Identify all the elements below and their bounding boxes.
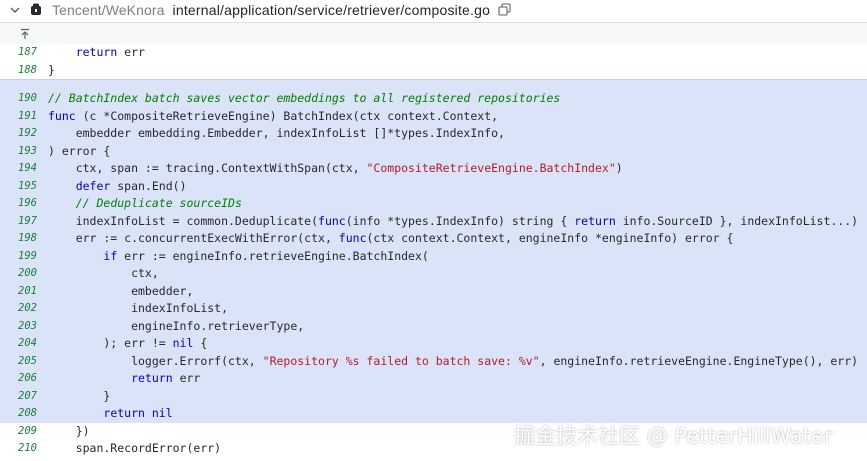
line-number[interactable]: 195 <box>0 178 37 196</box>
line-number[interactable]: 202 <box>0 300 37 318</box>
line-code: embedder, <box>48 283 194 298</box>
line-code: ctx, <box>48 266 159 280</box>
code-line: 206 return err <box>0 370 867 388</box>
line-code: // Deduplicate sourceIDs <box>75 196 242 210</box>
code-line: 194 ctx, span := tracing.ContextWithSpan… <box>0 160 867 178</box>
expand-lines-bar[interactable] <box>0 23 867 44</box>
line-code: ); err != nil { <box>48 336 208 350</box>
line-number[interactable]: 207 <box>0 388 37 406</box>
line-number[interactable]: 203 <box>0 318 37 336</box>
line-code: if err := engineInfo.retrieveEngine.Batc… <box>103 248 429 263</box>
line-number[interactable]: 196 <box>0 195 37 213</box>
line-code: ctx, span := tracing.ContextWithSpan(ctx… <box>48 161 623 175</box>
line-code: return nil <box>103 406 173 420</box>
line-code: ) error { <box>48 143 111 158</box>
watermark: 掘金技术社区 @ PetterHillWater <box>514 424 833 448</box>
expand-up-icon[interactable] <box>19 27 31 39</box>
code-line: 200 ctx, <box>0 265 867 283</box>
file-header: Tencent/WeKnora internal/application/ser… <box>0 0 867 19</box>
code-line: 191 func (c *CompositeRetrieveEngine) Bat… <box>0 107 867 126</box>
line-code: func (c *CompositeRetrieveEngine) BatchI… <box>48 108 499 123</box>
line-number[interactable]: 198 <box>0 230 37 248</box>
file-path[interactable]: internal/application/service/retriever/c… <box>173 2 491 18</box>
line-code: indexInfoList = common.Deduplicate(func(… <box>48 213 859 228</box>
line-number[interactable]: 204 <box>0 335 37 353</box>
line-code: logger.Errorf(ctx, "Repository %s failed… <box>48 353 859 368</box>
hunk-separator <box>0 79 867 90</box>
copy-icon[interactable] <box>498 3 511 16</box>
line-number[interactable]: 192 <box>0 125 37 143</box>
code-line: 201 embedder, <box>0 282 867 301</box>
line-code: return err <box>131 371 201 385</box>
line-code: embedder embedding.Embedder, indexInfoLi… <box>48 126 505 140</box>
code-line: 195 defer span.End() <box>0 177 867 196</box>
code-line: 199 if err := engineInfo.retrieveEngine.… <box>0 247 867 266</box>
line-number[interactable]: 200 <box>0 265 37 283</box>
chevron-down-icon[interactable] <box>10 5 20 15</box>
line-code: }) <box>48 423 90 438</box>
code-line: 205 logger.Errorf(ctx, "Repository %s fa… <box>0 352 867 371</box>
line-number[interactable]: 199 <box>0 248 37 266</box>
line-number[interactable]: 201 <box>0 283 37 301</box>
code-line: 198 err := c.concurrentExecWithError(ctx… <box>0 230 867 248</box>
code-line: 202 indexInfoList, <box>0 300 867 318</box>
line-number[interactable]: 197 <box>0 213 37 231</box>
line-number[interactable]: 191 <box>0 108 37 126</box>
code-line: 192 embedder embedding.Embedder, indexIn… <box>0 125 867 143</box>
line-number[interactable]: 208 <box>0 405 37 423</box>
line-code: engineInfo.retrieverType, <box>48 318 305 333</box>
line-number[interactable]: 206 <box>0 370 37 388</box>
code-line: 193 ) error { <box>0 142 867 161</box>
line-code: err := c.concurrentExecWithError(ctx, fu… <box>48 231 734 245</box>
line-number[interactable]: 188 <box>0 62 37 80</box>
code-line: 207 } <box>0 387 867 406</box>
line-code: defer span.End() <box>75 178 187 193</box>
code-line: 188} <box>0 62 867 80</box>
line-code: } <box>48 388 111 403</box>
line-number[interactable]: 205 <box>0 353 37 371</box>
code-line: 197 indexInfoList = common.Deduplicate(f… <box>0 212 867 231</box>
code-line: 187 return err <box>0 44 867 62</box>
code-line: 204 ); err != nil { <box>0 335 867 353</box>
code-line: 196 // Deduplicate sourceIDs <box>0 195 867 213</box>
code-view: 187 return err 188} 190// BatchIndex batch… <box>0 44 867 458</box>
line-number[interactable]: 210 <box>0 440 37 458</box>
line-code: span.RecordError(err) <box>48 441 222 455</box>
line-code: return err <box>75 45 145 59</box>
line-number[interactable]: 193 <box>0 143 37 161</box>
line-code: indexInfoList, <box>48 301 229 315</box>
code-line: 190 // BatchIndex batch saves vector embe… <box>0 90 867 108</box>
line-number[interactable]: 190 <box>0 90 37 108</box>
line-code: } <box>48 62 55 77</box>
line-number[interactable]: 194 <box>0 160 37 178</box>
repo-name[interactable]: Tencent/WeKnora <box>52 2 165 18</box>
line-number[interactable]: 187 <box>0 44 37 62</box>
line-code: // BatchIndex batch saves vector embeddi… <box>48 91 561 105</box>
code-line: 203 engineInfo.retrieverType, <box>0 317 867 336</box>
repo-icon <box>30 3 42 16</box>
line-number[interactable]: 209 <box>0 423 37 441</box>
